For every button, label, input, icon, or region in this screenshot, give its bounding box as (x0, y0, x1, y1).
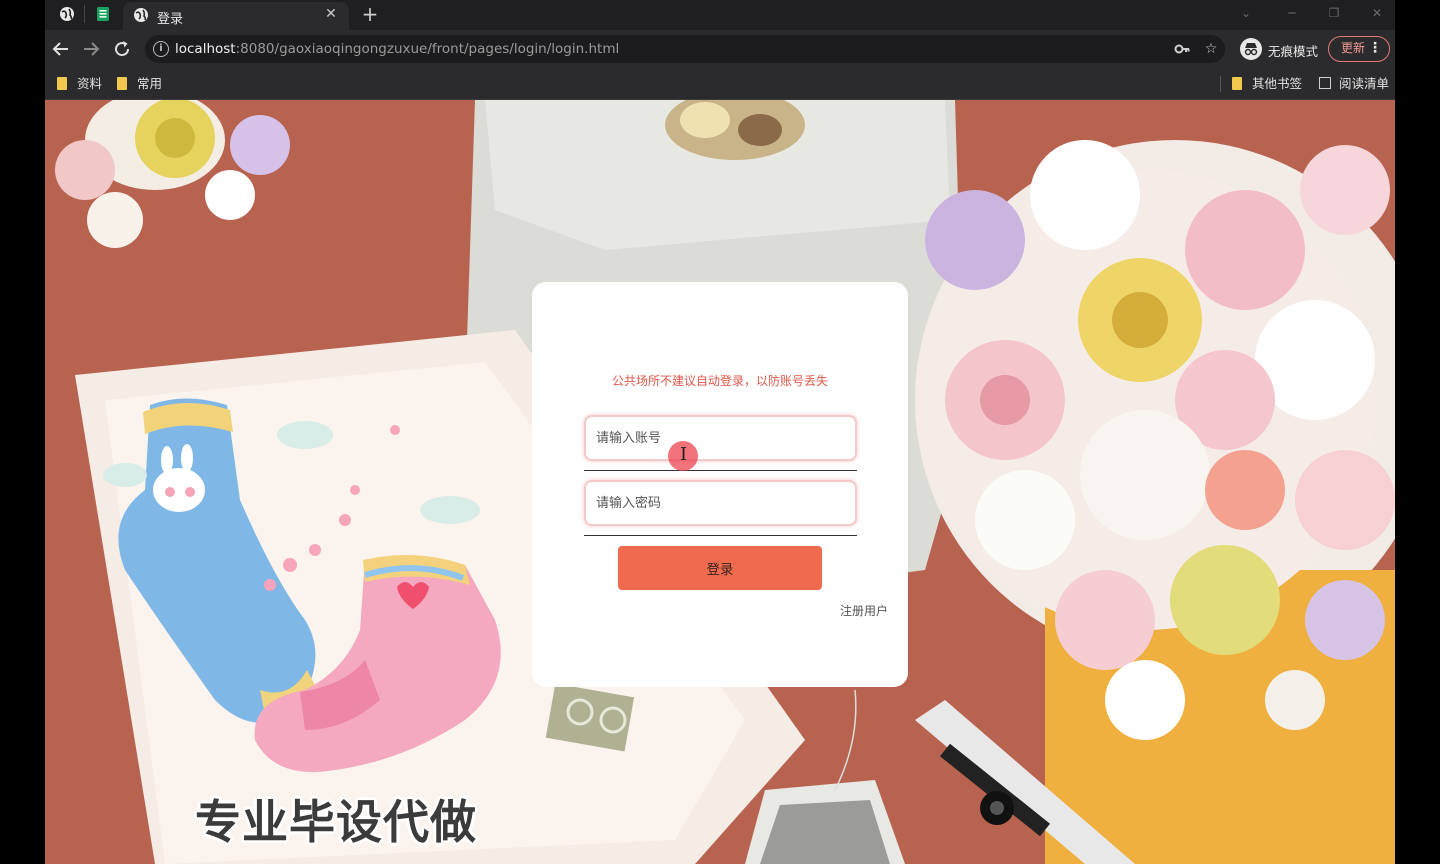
tab-title: 登录 (157, 12, 184, 27)
bookmark-other[interactable]: 其他书签 (1232, 74, 1302, 94)
tab-login[interactable]: 登录 ✕ (123, 2, 349, 30)
bookmark-folder-common[interactable]: 常用 (117, 74, 162, 94)
reading-list-icon (1319, 77, 1331, 89)
update-label: 更新 (1341, 41, 1366, 55)
incognito-label: 无痕模式 (1268, 44, 1319, 59)
browser-window: 登录 ✕ + ⌄ ─ ❐ ✕ i localhost:8080/gaoxiaoq… (45, 0, 1395, 864)
restore-icon[interactable]: ❐ (1323, 4, 1345, 22)
tab-search-chevron-icon[interactable]: ⌄ (1235, 4, 1257, 22)
address-bar[interactable]: i localhost:8080/gaoxiaoqingongzuxue/fro… (145, 35, 1225, 63)
bookmark-separator (1220, 76, 1221, 92)
info-icon[interactable]: i (153, 41, 169, 57)
password-field-wrap (584, 480, 857, 536)
text-cursor-icon: I (680, 444, 688, 465)
url-host: localhost (175, 41, 236, 57)
incognito-icon (1240, 38, 1262, 60)
kebab-menu-icon[interactable]: ⋮ (1368, 37, 1382, 60)
folder-icon (57, 77, 67, 90)
update-button[interactable]: 更新 ⋮ (1328, 36, 1390, 62)
account-field-wrap (584, 415, 857, 471)
folder-icon (1232, 77, 1242, 90)
star-icon[interactable]: ☆ (1202, 40, 1220, 58)
back-arrow-icon[interactable] (49, 37, 73, 61)
tab-strip: 登录 ✕ + ⌄ ─ ❐ ✕ (45, 0, 1395, 30)
login-card: 公共场所不建议自动登录，以防账号丢失 登录 注册用户 (532, 282, 908, 687)
login-hint: 公共场所不建议自动登录，以防账号丢失 (611, 374, 828, 388)
bookmark-folder-resources[interactable]: 资料 (57, 74, 102, 94)
page-viewport: 公共场所不建议自动登录，以防账号丢失 登录 注册用户 I 专业毕设代做 (45, 100, 1395, 864)
folder-icon (117, 77, 127, 90)
password-input[interactable] (584, 480, 857, 526)
account-input[interactable] (584, 415, 857, 461)
watermark-caption: 专业毕设代做 (195, 795, 477, 849)
globe-icon[interactable] (59, 6, 75, 22)
url-text[interactable]: localhost:8080/gaoxiaoqingongzuxue/front… (175, 41, 619, 57)
key-icon[interactable] (1173, 40, 1191, 58)
tab-divider (84, 5, 85, 23)
browser-toolbar: i localhost:8080/gaoxiaoqingongzuxue/fro… (45, 30, 1395, 68)
close-icon[interactable]: ✕ (323, 6, 339, 22)
bookmark-reading-list[interactable]: 阅读清单 (1319, 74, 1389, 94)
forward-arrow-icon[interactable] (79, 37, 103, 61)
new-tab-plus-icon[interactable]: + (359, 3, 381, 25)
window-close-icon[interactable]: ✕ (1366, 4, 1388, 22)
minimize-icon[interactable]: ─ (1281, 4, 1303, 22)
register-link[interactable]: 注册用户 (840, 602, 888, 619)
login-button[interactable]: 登录 (618, 546, 822, 590)
globe-icon (134, 8, 148, 22)
url-path: :8080/gaoxiaoqingongzuxue/front/pages/lo… (235, 41, 620, 57)
bookmarks-bar: 资料 常用 其他书签 阅读清单 (45, 68, 1395, 100)
reload-icon[interactable] (110, 37, 134, 61)
spreadsheet-icon[interactable] (95, 6, 111, 22)
